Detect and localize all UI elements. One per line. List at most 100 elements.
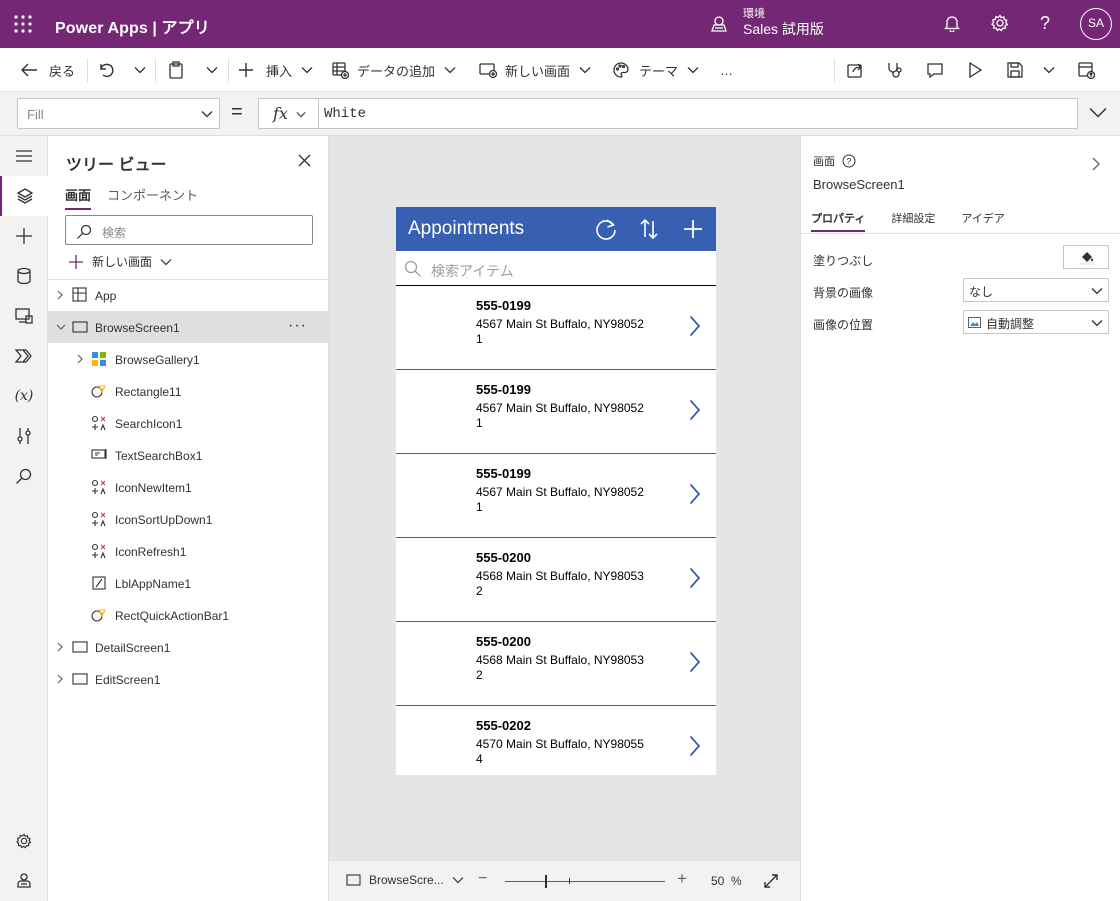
- add-data-button[interactable]: データの追加: [331, 48, 456, 92]
- chevron-right-icon: [689, 315, 701, 337]
- property-selector[interactable]: Fill: [17, 98, 220, 129]
- paste-button[interactable]: [167, 48, 185, 92]
- avatar[interactable]: SA: [1080, 8, 1112, 40]
- expand-formula-icon[interactable]: [1089, 107, 1107, 118]
- tree-node-rectangle[interactable]: Rectangle11: [48, 375, 329, 407]
- background-image-dropdown[interactable]: なし: [963, 278, 1109, 302]
- formula-input[interactable]: White: [318, 98, 1078, 129]
- item-phone: 555-0200: [476, 634, 531, 649]
- tree-node-iconnewitem[interactable]: IconNewItem1: [48, 471, 329, 503]
- media-icon[interactable]: [0, 296, 48, 336]
- bell-icon[interactable]: [944, 14, 960, 32]
- tab-components[interactable]: コンポーネント: [107, 185, 198, 210]
- chevron-right-icon: [57, 290, 63, 300]
- app-search-box[interactable]: 検索アイテム: [396, 251, 716, 286]
- tree-view-icon[interactable]: [0, 176, 48, 216]
- gear-icon[interactable]: [991, 14, 1009, 32]
- save-dropdown[interactable]: [1043, 48, 1055, 92]
- fill-color-picker[interactable]: [1063, 245, 1109, 269]
- gallery-item[interactable]: 555-0200 4568 Main St Buffalo, NY98053 2: [396, 622, 716, 706]
- fit-to-window-icon[interactable]: [763, 873, 779, 889]
- fx-button[interactable]: fx: [258, 98, 318, 129]
- more-button[interactable]: …: [720, 48, 733, 92]
- new-screen-button[interactable]: 新しい画面: [478, 48, 591, 92]
- tab-screens[interactable]: 画面: [65, 185, 92, 210]
- new-item-icon[interactable]: [682, 217, 704, 241]
- gallery-item[interactable]: 555-0202 4570 Main St Buffalo, NY98055 4: [396, 706, 716, 775]
- plus-icon: [68, 254, 84, 270]
- control-name[interactable]: BrowseScreen1: [813, 177, 905, 192]
- item-address: 4567 Main St Buffalo, NY98052: [476, 485, 644, 499]
- close-icon[interactable]: [298, 154, 311, 167]
- gallery-item[interactable]: 555-0199 4567 Main St Buffalo, NY98052 1: [396, 286, 716, 370]
- power-automate-icon[interactable]: [0, 336, 48, 376]
- settings-icon[interactable]: [0, 821, 48, 861]
- chevron-right-icon[interactable]: [1092, 157, 1100, 171]
- image-position-label: 画像の位置: [813, 318, 874, 332]
- hamburger-icon[interactable]: [0, 136, 48, 176]
- tree-node-searchicon[interactable]: SearchIcon1: [48, 407, 329, 439]
- tree-node-detailscreen[interactable]: DetailScreen1: [48, 631, 329, 663]
- tree-node-editscreen[interactable]: EditScreen1: [48, 663, 329, 695]
- tree-node-browsescreen[interactable]: BrowseScreen1 ···: [48, 311, 329, 343]
- gallery-item[interactable]: 555-0200 4568 Main St Buffalo, NY98053 2: [396, 538, 716, 622]
- tree-node-app[interactable]: App: [48, 279, 329, 311]
- image-position-dropdown[interactable]: 自動調整: [963, 310, 1109, 334]
- tree-node-label: IconSortUpDown1: [115, 513, 213, 527]
- sort-up-down-icon[interactable]: [639, 217, 659, 241]
- screen-selector[interactable]: BrowseScre...: [346, 873, 464, 887]
- play-icon: [967, 61, 983, 79]
- data-icon[interactable]: [0, 256, 48, 296]
- help-icon[interactable]: ?: [1040, 13, 1050, 34]
- tree-node-gallery[interactable]: BrowseGallery1: [48, 343, 329, 375]
- tree-node-label: SearchIcon1: [115, 417, 183, 431]
- tab-properties[interactable]: プロパティ: [811, 210, 866, 232]
- app-preview-screen[interactable]: Appointments 検索アイテム 555-0199 4567 Main S…: [396, 207, 716, 775]
- insert-button[interactable]: 挿入: [238, 48, 313, 92]
- left-rail: (x): [0, 136, 48, 901]
- zoom-slider[interactable]: [505, 881, 665, 882]
- tree-node-label: RectQuickActionBar1: [115, 609, 230, 623]
- environment-name[interactable]: Sales 試用版: [743, 19, 824, 39]
- paste-dropdown[interactable]: [206, 48, 218, 92]
- save-button[interactable]: [1006, 48, 1024, 92]
- tab-ideas[interactable]: アイデア: [961, 210, 1004, 232]
- item-address: 4567 Main St Buffalo, NY98052: [476, 401, 644, 415]
- gallery-item[interactable]: 555-0199 4567 Main St Buffalo, NY98052 1: [396, 454, 716, 538]
- icon-control-icon: [91, 511, 106, 527]
- properties-tabs: プロパティ 詳細設定 アイデア: [811, 210, 1005, 232]
- share-button[interactable]: [846, 48, 864, 92]
- preview-button[interactable]: [967, 48, 983, 92]
- tree-node-iconrefresh[interactable]: IconRefresh1: [48, 535, 329, 567]
- app-title[interactable]: Appointments: [408, 218, 524, 240]
- theme-button[interactable]: テーマ: [612, 48, 699, 92]
- tree-search-input[interactable]: 検索: [65, 215, 313, 245]
- undo-dropdown[interactable]: [134, 48, 146, 92]
- search-icon[interactable]: [0, 456, 48, 496]
- tree-node-iconsort[interactable]: IconSortUpDown1: [48, 503, 329, 535]
- undo-button[interactable]: [97, 48, 115, 92]
- new-screen-tree-label: 新しい画面: [92, 255, 153, 269]
- comments-button[interactable]: [926, 48, 944, 92]
- more-options-icon[interactable]: ···: [288, 317, 307, 335]
- virtual-agent-icon[interactable]: [0, 860, 48, 900]
- publish-button[interactable]: [1077, 48, 1095, 92]
- tree-node-label: IconNewItem1: [115, 481, 192, 495]
- environment-icon[interactable]: [710, 15, 728, 33]
- tree-node-rectquickactionbar[interactable]: RectQuickActionBar1: [48, 599, 329, 631]
- app-checker-button[interactable]: [886, 48, 904, 92]
- tab-advanced[interactable]: 詳細設定: [891, 210, 935, 232]
- new-screen-tree-button[interactable]: 新しい画面: [68, 253, 172, 270]
- variables-icon[interactable]: (x): [0, 376, 48, 416]
- zoom-slider-thumb[interactable]: [545, 875, 547, 888]
- tree-node-textsearchbox[interactable]: TextSearchBox1: [48, 439, 329, 471]
- tools-icon[interactable]: [0, 416, 48, 456]
- zoom-out-button[interactable]: −: [478, 870, 487, 888]
- insert-plus-icon[interactable]: [0, 216, 48, 256]
- gallery-item[interactable]: 555-0199 4567 Main St Buffalo, NY98052 1: [396, 370, 716, 454]
- refresh-icon[interactable]: [594, 217, 618, 241]
- back-button[interactable]: 戻る: [20, 48, 75, 92]
- waffle-icon[interactable]: [13, 14, 33, 34]
- tree-node-lblappname[interactable]: LblAppName1: [48, 567, 329, 599]
- zoom-in-button[interactable]: +: [677, 869, 687, 889]
